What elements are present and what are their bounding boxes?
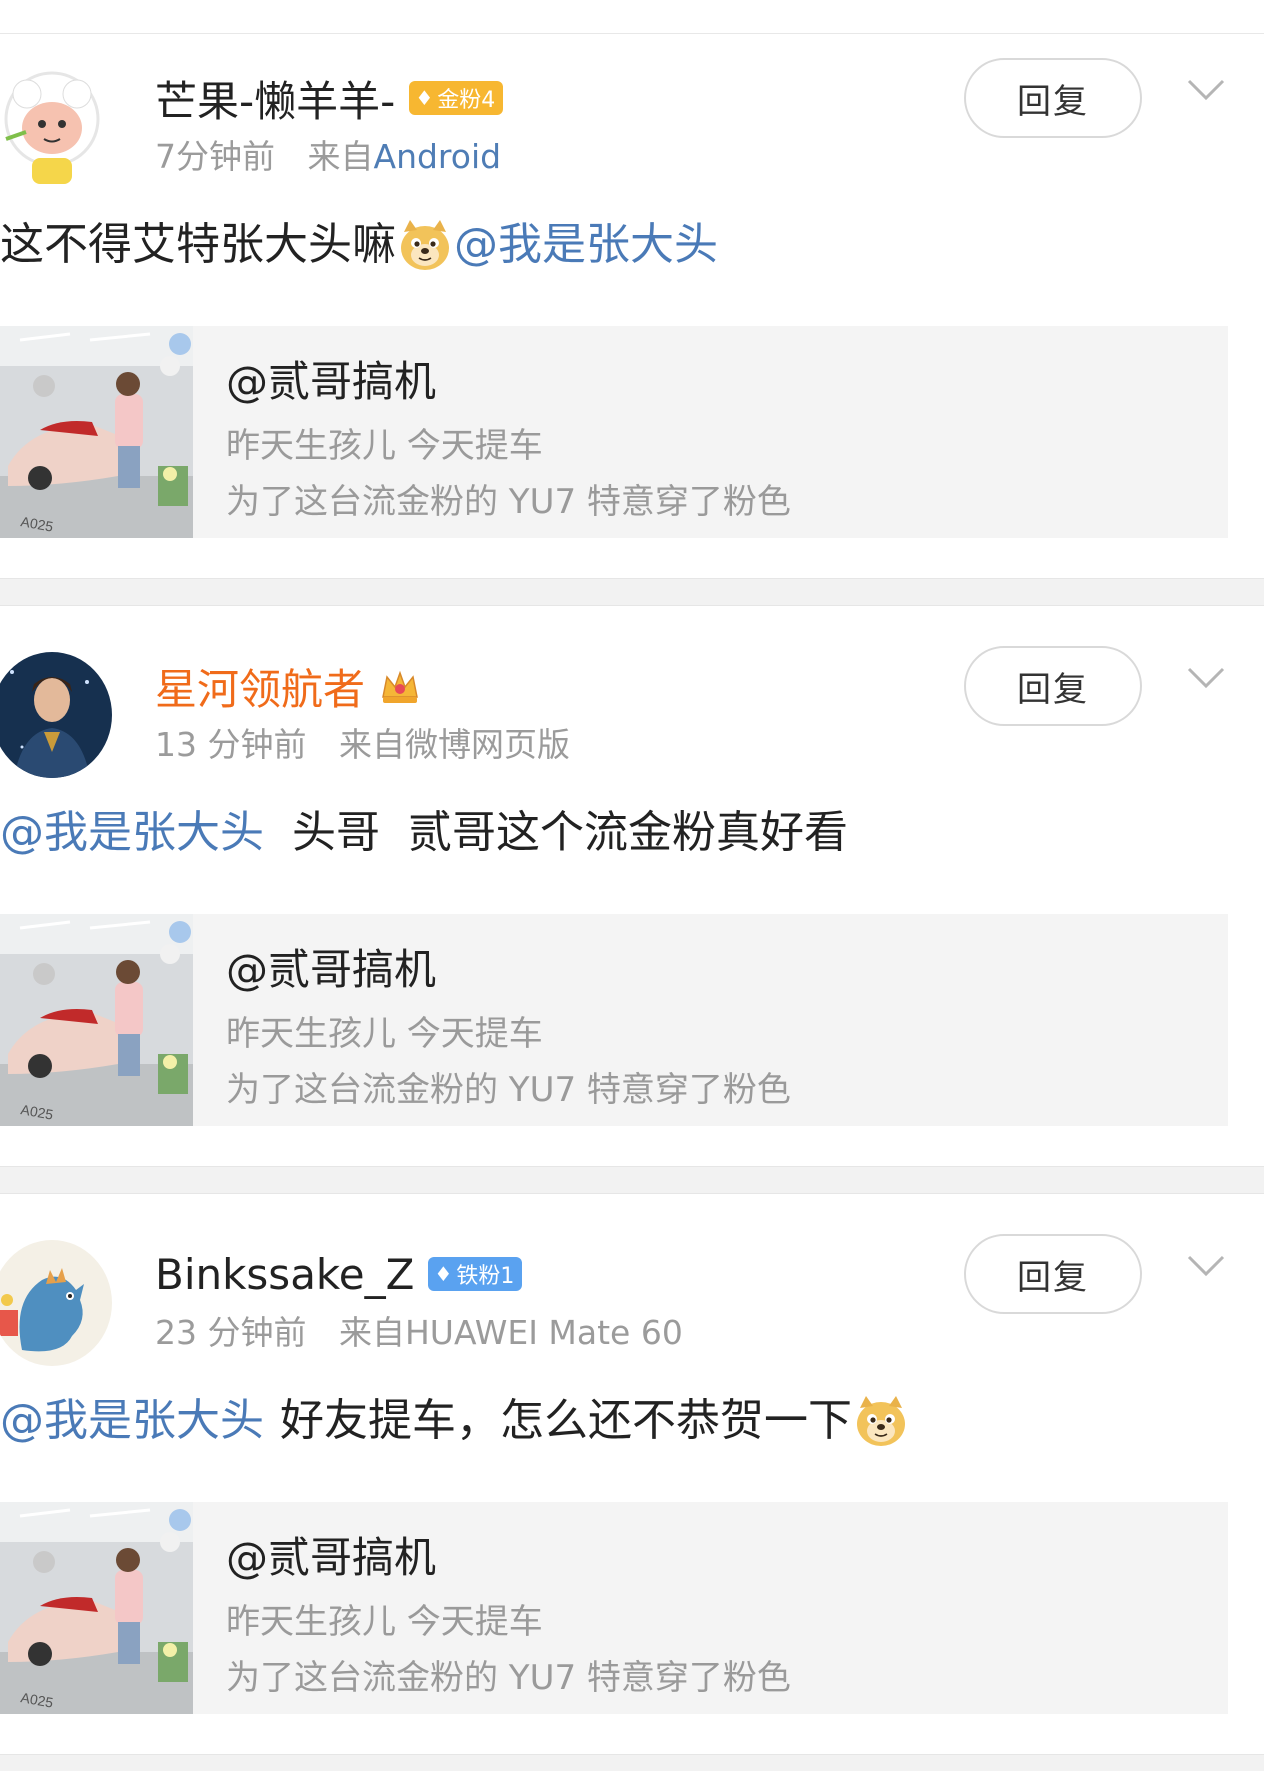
shared-post-thumbnail — [0, 914, 193, 1126]
shared-post-author: @贰哥搞机 — [226, 1533, 437, 1582]
shared-post-line: 昨天生孩儿 今天提车 — [226, 426, 543, 466]
username[interactable]: Binkssake_Z — [155, 1250, 414, 1299]
comment-meta: 13 分钟前 来自微博网页版 — [155, 718, 570, 766]
shared-post-line: 为了这台流金粉的 YU7 特意穿了粉色 — [226, 482, 791, 522]
top-divider — [0, 33, 1264, 34]
reply-button[interactable]: 回复 — [964, 646, 1142, 726]
comment-text-body: 好友提车，怎么还不恭贺一下 — [280, 1395, 852, 1446]
chevron-down-icon[interactable] — [1186, 664, 1226, 692]
comment-text: @我是张大头 头哥 贰哥这个流金粉真好看 — [0, 803, 848, 863]
chevron-down-icon[interactable] — [1186, 76, 1226, 104]
shared-post-line: 昨天生孩儿 今天提车 — [226, 1014, 543, 1054]
username-row: Binkssake_Z ♦ 铁粉1 — [155, 1246, 523, 1302]
section-separator — [0, 1166, 1264, 1194]
reply-button[interactable]: 回复 — [964, 58, 1142, 138]
timestamp: 13 分钟前 — [155, 725, 307, 764]
source-prefix: 来自 — [338, 725, 405, 764]
avatar[interactable] — [0, 652, 112, 778]
mention-link[interactable]: @我是张大头 — [0, 803, 264, 863]
username[interactable]: 芒果-懒羊羊- — [155, 68, 395, 129]
doge-emoji-icon — [400, 219, 450, 271]
source-prefix: 来自 — [307, 137, 374, 176]
fan-badge-label: 金粉4 — [437, 88, 496, 113]
username-row: 星河领航者 — [155, 658, 421, 714]
avatar[interactable] — [0, 64, 112, 190]
comment-text-body: 这不得艾特张大头嘛 — [0, 219, 396, 270]
shared-post-thumbnail — [0, 1502, 193, 1714]
source-prefix: 来自 — [338, 1313, 405, 1352]
chevron-down-icon[interactable] — [1186, 1252, 1226, 1280]
shared-post-line: 昨天生孩儿 今天提车 — [226, 1602, 543, 1642]
shared-post-line: 为了这台流金粉的 YU7 特意穿了粉色 — [226, 1070, 791, 1110]
mention-link[interactable]: @我是张大头 — [454, 215, 718, 275]
comment-text: @我是张大头 好友提车，怎么还不恭贺一下 — [0, 1391, 910, 1451]
source-link[interactable]: Android — [374, 137, 502, 176]
doge-emoji-icon — [856, 1395, 906, 1447]
fan-badge-label: 铁粉1 — [456, 1264, 515, 1289]
timestamp: 23 分钟前 — [155, 1313, 307, 1352]
fan-badge[interactable]: ♦ 铁粉1 — [428, 1257, 523, 1291]
shared-post-author: @贰哥搞机 — [226, 945, 437, 994]
comment-text-body: 头哥 贰哥这个流金粉真好看 — [292, 807, 848, 858]
source-label: 微博网页版 — [404, 725, 570, 764]
mention-link[interactable]: @我是张大头 — [0, 1391, 264, 1451]
shared-post-thumbnail — [0, 326, 193, 538]
source-label: HUAWEI Mate 60 — [404, 1313, 683, 1352]
gem-icon: ♦ — [434, 1262, 453, 1286]
shared-post-author: @贰哥搞机 — [226, 357, 437, 406]
shared-post-card[interactable]: @贰哥搞机 昨天生孩儿 今天提车 为了这台流金粉的 YU7 特意穿了粉色 — [0, 326, 1228, 538]
username[interactable]: 星河领航者 — [155, 656, 365, 717]
avatar[interactable] — [0, 1240, 112, 1366]
shared-post-card[interactable]: @贰哥搞机 昨天生孩儿 今天提车 为了这台流金粉的 YU7 特意穿了粉色 — [0, 914, 1228, 1126]
fan-badge[interactable]: ♦ 金粉4 — [409, 81, 504, 115]
comment-meta: 7分钟前 来自Android — [155, 130, 501, 178]
reply-button[interactable]: 回复 — [964, 1234, 1142, 1314]
crown-icon — [382, 670, 418, 703]
shared-post-card[interactable]: @贰哥搞机 昨天生孩儿 今天提车 为了这台流金粉的 YU7 特意穿了粉色 — [0, 1502, 1228, 1714]
timestamp: 7分钟前 — [155, 137, 275, 176]
comment-meta: 23 分钟前 来自HUAWEI Mate 60 — [155, 1306, 683, 1354]
comment-text: 这不得艾特张大头嘛 @我是张大头 — [0, 215, 718, 275]
gem-icon: ♦ — [415, 86, 434, 110]
section-separator — [0, 1754, 1264, 1771]
section-separator — [0, 578, 1264, 606]
username-row: 芒果-懒羊羊- ♦ 金粉4 — [155, 68, 504, 129]
shared-post-line: 为了这台流金粉的 YU7 特意穿了粉色 — [226, 1658, 791, 1698]
